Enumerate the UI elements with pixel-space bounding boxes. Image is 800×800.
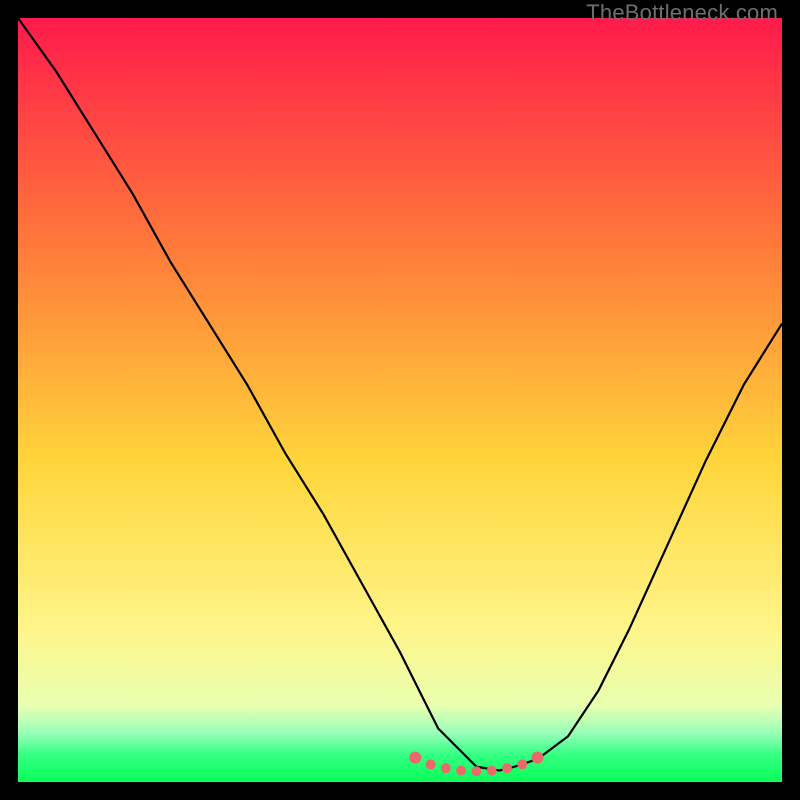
marker-point xyxy=(487,766,497,776)
marker-point xyxy=(517,759,527,769)
marker-point xyxy=(532,752,544,764)
gradient-background xyxy=(18,18,782,782)
marker-point xyxy=(502,763,512,773)
marker-point xyxy=(426,759,436,769)
marker-point xyxy=(456,766,466,776)
bottleneck-chart xyxy=(18,18,782,782)
marker-point xyxy=(471,766,481,776)
marker-point xyxy=(441,763,451,773)
chart-frame xyxy=(18,18,782,782)
marker-point xyxy=(409,752,421,764)
watermark-text: TheBottleneck.com xyxy=(586,0,778,26)
